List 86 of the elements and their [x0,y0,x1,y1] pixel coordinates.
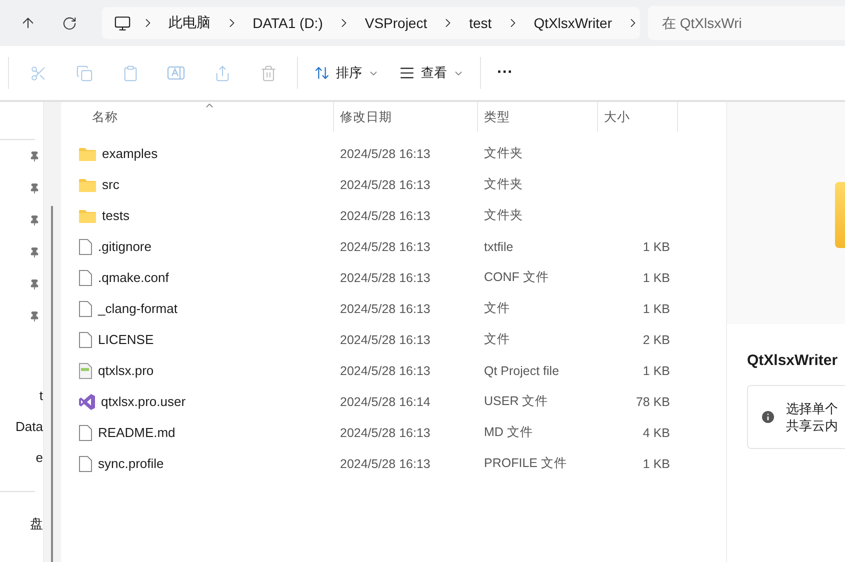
nav-item[interactable]: e [0,442,43,473]
file-name[interactable]: examples [102,146,158,161]
size-cell-text: 1 KB [642,456,671,470]
pin-icon [29,214,40,226]
size-cell-text: 2 KB [642,332,671,346]
clipboard-icon [122,64,138,82]
scissors-icon [30,64,46,82]
size-cell-text: 1 KB [642,302,671,316]
file-icon [79,424,92,440]
pin-icon [29,310,40,322]
search-field[interactable]: 在 QtXlsxWri [648,6,845,40]
file-name[interactable]: src [102,177,120,192]
breadcrumb-item[interactable]: QtXlsxWriter [530,15,616,31]
pin-icon [29,278,40,290]
type-cell-text: 文件夹 [483,207,524,224]
pin-icon [29,246,40,258]
pin-icon [29,182,40,194]
column-header[interactable]: 类型 [478,102,598,132]
info-icon [760,409,776,425]
nav-item[interactable]: t [0,380,43,411]
refresh-icon [62,16,77,30]
type-cell-text: txtfile [483,240,514,254]
date-cell-text: 2024/5/28 16:13 [339,208,432,222]
size-cell-text: 1 KB [642,364,671,378]
column-header[interactable]: 名称 [61,102,334,132]
size-cell-text: 4 KB [642,426,671,440]
type-cell-text: CONF 文件 [483,269,550,286]
type-cell-text: USER 文件 [483,393,550,410]
date-cell-text: 2024/5/28 16:13 [339,456,432,470]
nav-item[interactable]: 盘 [0,508,43,539]
lines-icon [399,65,415,81]
rename-icon [167,64,185,82]
size-cell-text: 1 KB [642,240,671,254]
sort-icon [314,65,330,81]
file-name[interactable]: .gitignore [98,239,152,254]
scrollbar-thumb[interactable] [51,206,53,562]
share-icon [214,64,230,82]
size-cell-text: 78 KB [634,394,671,408]
type-cell-text: 文件夹 [483,145,524,162]
file-icon [79,456,92,472]
file-name[interactable]: README.md [98,425,176,440]
more-button[interactable]: ··· [487,55,523,91]
file-name[interactable]: sync.profile [98,456,164,471]
file-icon [79,270,92,286]
date-cell-text: 2024/5/28 16:14 [339,394,432,408]
view-button[interactable]: 查看 [389,55,474,91]
size-cell-text: 1 KB [642,270,671,284]
nav-item[interactable]: Data [0,411,43,442]
date-cell-text: 2024/5/28 16:13 [339,364,432,378]
column-header[interactable]: 大小 [598,102,678,132]
date-cell-text: 2024/5/28 16:13 [339,302,432,316]
date-cell-text: 2024/5/28 16:13 [339,146,432,160]
trash-icon [260,64,276,82]
file-name[interactable]: qtxlsx.pro.user [101,394,186,409]
type-cell-text: PROFILE 文件 [483,455,568,472]
copy-icon [76,64,92,82]
pro-file-icon [79,362,92,378]
preview-title: QtXlsxWriter [747,352,839,369]
column-header[interactable]: 修改日期 [334,102,478,132]
pin-icon [29,150,40,162]
sort-button[interactable]: 排序 [304,55,389,91]
breadcrumb-item[interactable]: 此电脑 [164,14,215,32]
date-cell-text: 2024/5/28 16:13 [339,240,432,254]
file-name[interactable]: tests [102,208,130,223]
file-icon [79,238,92,254]
monitor-icon [114,14,131,32]
file-icon [79,300,92,316]
file-name[interactable]: qtxlsx.pro [98,363,154,378]
file-name[interactable]: .qmake.conf [98,270,169,285]
visual-studio-icon [79,394,95,410]
breadcrumb-item[interactable]: VSProject [360,15,432,31]
type-cell-text: Qt Project file [483,364,560,378]
file-name[interactable]: LICENSE [98,332,154,347]
type-cell-text: 文件 [483,300,511,317]
date-cell-text: 2024/5/28 16:13 [339,332,432,346]
info-text: 选择单个 共享云内 [786,400,838,434]
date-cell-text: 2024/5/28 16:13 [339,178,432,192]
file-name[interactable]: _clang-format [98,301,178,316]
breadcrumb-item[interactable]: DATA1 (D:) [248,15,327,31]
date-cell-text: 2024/5/28 16:13 [339,270,432,284]
file-icon [79,332,92,348]
breadcrumb-item[interactable]: test [465,15,496,31]
type-cell-text: 文件夹 [483,176,524,193]
type-cell-text: MD 文件 [483,424,534,441]
type-cell-text: 文件 [483,331,511,348]
date-cell-text: 2024/5/28 16:13 [339,426,432,440]
